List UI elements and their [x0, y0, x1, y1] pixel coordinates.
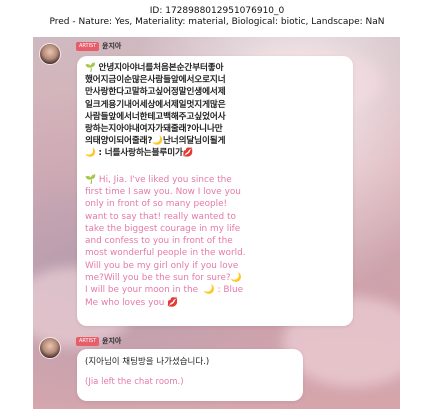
- message-bubble[interactable]: 🌱 안녕지아야너를처음본순간부터좋아 했어지금이순많은사람들앞에서오로지너 만사…: [77, 56, 353, 326]
- avatar[interactable]: [39, 43, 61, 65]
- moon-emoji-icon: 🌙: [230, 273, 242, 283]
- image-id: ID: 1728988012951076910_0: [149, 6, 285, 16]
- artist-badge: ARTIST: [76, 42, 100, 51]
- prediction-line: Pred - Nature: Yes, Materiality: materia…: [49, 17, 385, 27]
- english-message: 🌱 Hi, Jia. I've liked you since the firs…: [85, 174, 246, 308]
- kiss-lips-icon: 💋: [182, 148, 194, 159]
- korean-message: 🌱 안녕지아야너를처음본순간부터좋아 했어지금이순많은사람들앞에서오로지너 만사…: [85, 63, 226, 159]
- message-bubble[interactable]: (지아님이 채팅방을 나가셨습니다.) (Jia left the chat r…: [77, 349, 303, 401]
- artist-badge: ARTIST: [76, 337, 100, 346]
- sprout-icon: 🌱: [85, 174, 97, 185]
- moon-emoji-icon: 🌙: [85, 148, 96, 159]
- chat-screenshot: ARTIST 윤지아 🌱 안녕지아야너를처음본순간부터좋아 했어지금이순많은사람…: [33, 37, 400, 409]
- sender-name: 윤지아: [102, 42, 122, 50]
- sender-name: 윤지아: [102, 337, 122, 345]
- system-message-english: (Jia left the chat room.): [85, 377, 184, 387]
- sprout-icon: 🌱: [85, 63, 96, 73]
- moon-emoji-icon: 🌙: [152, 136, 163, 147]
- moon-emoji-icon: 🌙: [203, 285, 215, 296]
- system-message-korean: (지아님이 채팅방을 나가셨습니다.): [85, 357, 210, 367]
- kiss-lips-icon: 💋: [167, 297, 179, 308]
- image-header: ID: 1728988012951076910_0 Pred - Nature:…: [0, 6, 434, 28]
- avatar[interactable]: [39, 337, 61, 359]
